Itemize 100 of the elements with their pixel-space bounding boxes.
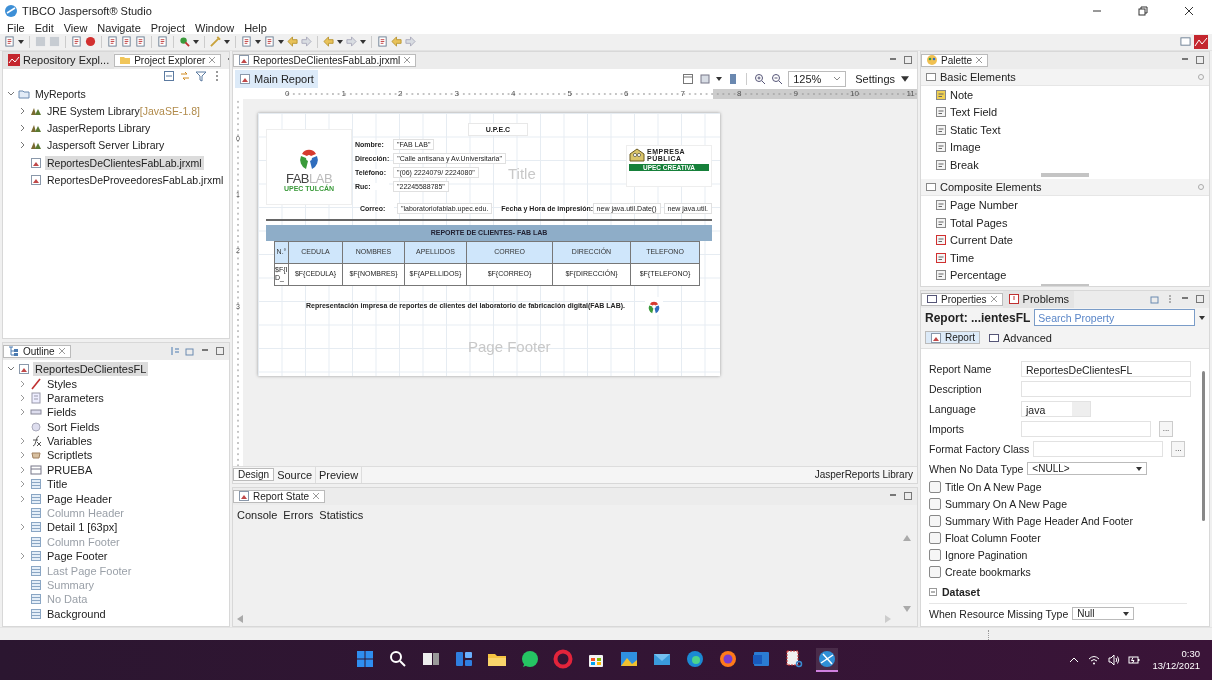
editor-tab[interactable]: ReportesDeClientesFabLab.jrxml: [233, 53, 417, 67]
browse-button[interactable]: ...: [1171, 440, 1186, 457]
collapse-icon[interactable]: [163, 69, 175, 82]
app-icon[interactable]: [817, 649, 837, 670]
maximize-icon[interactable]: [903, 55, 913, 66]
chevron-icon[interactable]: [19, 523, 27, 532]
window-icon[interactable]: [1150, 294, 1160, 305]
dropdown[interactable]: Null: [1072, 607, 1135, 621]
view-tab[interactable]: Report State: [233, 489, 326, 503]
scroll-left-icon[interactable]: [237, 615, 243, 624]
palette-item[interactable]: Note: [950, 88, 974, 101]
document-icon[interactable]: [71, 36, 82, 48]
document-icon[interactable]: [121, 36, 132, 48]
scroll-up-icon[interactable]: [903, 534, 911, 541]
caret-icon[interactable]: [224, 39, 230, 44]
state-tab[interactable]: Errors: [283, 508, 314, 521]
close-icon[interactable]: [403, 56, 412, 65]
checkbox[interactable]: [929, 498, 941, 511]
section-tab[interactable]: Advanced: [984, 329, 1056, 346]
input-field[interactable]: java: [1021, 400, 1091, 417]
window-icon[interactable]: [185, 346, 195, 357]
wifi-icon[interactable]: [1088, 654, 1101, 667]
search-field[interactable]: Search Property: [1034, 309, 1195, 327]
checkbox[interactable]: [929, 549, 941, 562]
tree-item[interactable]: Styles: [45, 376, 79, 391]
caret-icon[interactable]: [255, 39, 261, 44]
menu-item[interactable]: Navigate: [92, 22, 146, 34]
close-icon[interactable]: [208, 56, 217, 65]
menu-item[interactable]: View: [58, 22, 93, 34]
battery-icon[interactable]: [1128, 654, 1141, 667]
document-icon[interactable]: [377, 36, 388, 48]
palette-item[interactable]: Page Number: [950, 199, 1018, 212]
tree-item[interactable]: Scriptlets: [45, 448, 95, 463]
caret-icon[interactable]: [360, 39, 366, 44]
palette-item[interactable]: Image: [950, 141, 981, 154]
view-tab[interactable]: Project Explorer: [114, 53, 222, 67]
tree-item[interactable]: ReportesDeProveedoresFabLab.jrxml: [45, 173, 226, 188]
palette-item[interactable]: Total Pages: [950, 216, 1008, 229]
palette-item[interactable]: Text Field: [950, 106, 998, 119]
menu-item[interactable]: Project: [145, 22, 191, 34]
zoom-select[interactable]: 125%: [788, 70, 847, 87]
menu-item[interactable]: File: [2, 22, 30, 34]
browser-icon[interactable]: [685, 649, 705, 670]
speaker-icon[interactable]: [1108, 654, 1121, 667]
input-field[interactable]: [1033, 440, 1164, 457]
tree-item[interactable]: JasperReports Library: [45, 121, 153, 136]
checkbox[interactable]: [929, 566, 941, 579]
maximize-icon[interactable]: [903, 491, 913, 502]
chevron-icon[interactable]: [7, 89, 15, 98]
close-icon[interactable]: [57, 347, 66, 356]
windows-start-icon[interactable]: [355, 649, 375, 670]
tree-item[interactable]: Title: [45, 477, 70, 492]
menu-item[interactable]: Window: [190, 22, 240, 34]
state-tab[interactable]: Console: [237, 508, 278, 521]
document-icon[interactable]: [4, 36, 15, 48]
palette-item[interactable]: Percentage: [950, 269, 1007, 282]
document-icon[interactable]: [157, 36, 168, 48]
tree-item[interactable]: Parameters: [45, 390, 106, 405]
document-icon[interactable]: [264, 36, 275, 48]
checkbox[interactable]: [929, 515, 941, 528]
scroll-down-icon[interactable]: [903, 606, 911, 613]
clock-date[interactable]: 13/12/2021: [1152, 660, 1200, 673]
zoom-out-icon[interactable]: [771, 72, 784, 85]
tree-item[interactable]: Sort Fields: [45, 419, 102, 434]
filter-icon[interactable]: [195, 69, 207, 82]
palette-item[interactable]: Time: [950, 251, 975, 264]
browser-icon[interactable]: [718, 649, 738, 670]
view-tab[interactable]: Repository Expl...: [3, 51, 115, 69]
circle-icon[interactable]: [85, 36, 96, 48]
caret-icon[interactable]: [278, 39, 284, 44]
tree-item[interactable]: Variables: [45, 434, 95, 449]
view-tab[interactable]: Outline: [3, 344, 71, 358]
document-icon[interactable]: [135, 36, 146, 48]
tree-item[interactable]: ReportesDeClientesFabLab.jrxml: [45, 155, 204, 170]
browse-button[interactable]: ...: [1159, 420, 1173, 437]
close-icon[interactable]: [975, 56, 984, 65]
state-tab[interactable]: Statistics: [319, 508, 364, 521]
close-icon[interactable]: [989, 295, 998, 304]
resize-handle[interactable]: [1041, 283, 1089, 286]
view-tab[interactable]: Palette: [921, 53, 989, 67]
chat-bubble-icon[interactable]: [520, 649, 540, 670]
tree-item[interactable]: Fields: [45, 405, 79, 420]
palette-item[interactable]: Static Text: [950, 123, 1001, 136]
view-tab[interactable]: Properties: [921, 292, 1003, 306]
resize-handle[interactable]: [1041, 173, 1089, 178]
tree-item[interactable]: ReportesDeClientesFL: [33, 362, 149, 377]
caret-icon[interactable]: [337, 39, 343, 44]
caret-icon[interactable]: [193, 39, 199, 44]
tree-item[interactable]: PRUEBA: [45, 462, 95, 477]
checkbox[interactable]: [929, 481, 941, 494]
maximize-icon[interactable]: [215, 346, 225, 357]
tree-item[interactable]: Page Header: [45, 491, 114, 506]
palette-item[interactable]: Current Date: [950, 234, 1013, 247]
editor-view-tab[interactable]: Preview: [316, 466, 363, 483]
collapse-icon[interactable]: [929, 587, 937, 596]
menu-item[interactable]: Edit: [29, 22, 59, 34]
tree-item[interactable]: MyReports: [33, 86, 88, 101]
caret-icon[interactable]: [1199, 315, 1205, 320]
link-icon[interactable]: [179, 69, 191, 82]
dropdown[interactable]: <NULL>: [1027, 462, 1148, 476]
